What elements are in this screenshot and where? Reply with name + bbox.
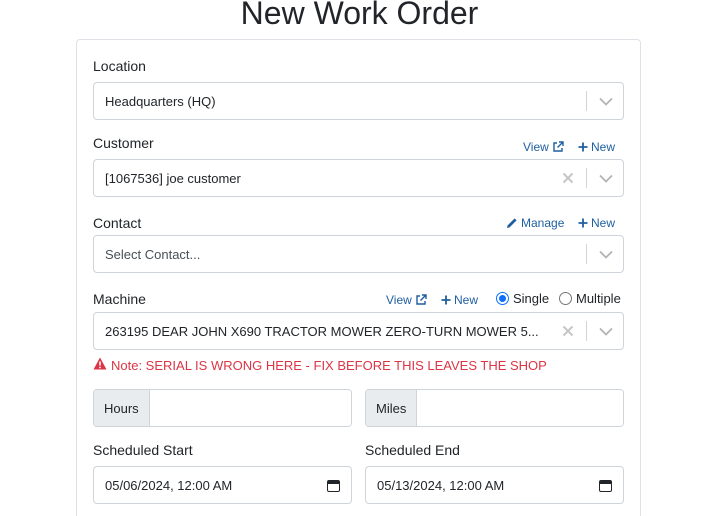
chevron-down-icon[interactable]: [595, 89, 617, 113]
scheduled-start-label: Scheduled Start: [93, 442, 193, 458]
plus-icon: [441, 295, 451, 305]
scheduled-start-input[interactable]: 05/06/2024, 12:00 AM: [93, 466, 352, 504]
contact-manage-label: Manage: [521, 216, 565, 230]
external-link-icon: [552, 141, 564, 153]
hours-addon: Hours: [94, 390, 150, 426]
customer-new-label: New: [591, 140, 616, 154]
miles-addon: Miles: [366, 390, 418, 426]
machine-new-label: New: [454, 293, 479, 307]
machine-mode-single[interactable]: Single: [496, 291, 549, 306]
pencil-icon: [506, 217, 518, 229]
calendar-icon[interactable]: [595, 475, 615, 495]
select-separator: [586, 168, 587, 188]
location-select[interactable]: Headquarters (HQ): [93, 82, 624, 120]
contact-select[interactable]: Select Contact...: [93, 235, 624, 273]
machine-value: 263195 DEAR JOHN X690 TRACTOR MOWER ZERO…: [105, 323, 539, 339]
contact-new-label: New: [591, 216, 616, 230]
machine-new-link[interactable]: New: [441, 293, 478, 307]
chevron-down-icon[interactable]: [595, 242, 617, 266]
select-separator: [586, 91, 587, 111]
contact-manage-link[interactable]: Manage: [506, 216, 564, 230]
contact-new-link[interactable]: New: [578, 216, 615, 230]
clear-icon[interactable]: [556, 319, 580, 343]
location-value: Headquarters (HQ): [105, 93, 216, 109]
plus-icon: [578, 218, 588, 228]
customer-label: Customer: [93, 135, 154, 151]
scheduled-end-input[interactable]: 05/13/2024, 12:00 AM: [365, 466, 624, 504]
single-radio[interactable]: [496, 292, 509, 305]
scheduled-end-value: 05/13/2024, 12:00 AM: [377, 477, 505, 493]
machine-note: Note: SERIAL IS WRONG HERE - FIX BEFORE …: [93, 357, 547, 373]
calendar-icon[interactable]: [323, 475, 343, 495]
select-separator: [586, 321, 587, 341]
customer-new-link[interactable]: New: [578, 140, 615, 154]
contact-label: Contact: [93, 215, 142, 231]
page-title: New Work Order: [240, 0, 479, 31]
customer-value: [1067536] joe customer: [105, 170, 241, 186]
scheduled-end-label: Scheduled End: [365, 442, 460, 458]
multiple-radio-label: Multiple: [576, 291, 621, 306]
clear-icon[interactable]: [556, 166, 580, 190]
machine-view-label: View: [386, 293, 412, 307]
miles-input[interactable]: [417, 390, 623, 426]
machine-select[interactable]: 263195 DEAR JOHN X690 TRACTOR MOWER ZERO…: [93, 312, 624, 350]
single-radio-label: Single: [513, 291, 550, 306]
contact-placeholder: Select Contact...: [105, 246, 201, 262]
location-label: Location: [93, 58, 146, 74]
machine-label: Machine: [93, 291, 146, 307]
select-separator: [586, 244, 587, 264]
machine-note-text: Note: SERIAL IS WRONG HERE - FIX BEFORE …: [111, 357, 547, 373]
scheduled-start-value: 05/06/2024, 12:00 AM: [105, 477, 233, 493]
chevron-down-icon[interactable]: [595, 166, 617, 190]
machine-mode-multiple[interactable]: Multiple: [559, 291, 621, 306]
warning-icon: [93, 357, 107, 373]
miles-input-group: Miles: [365, 389, 624, 427]
plus-icon: [578, 142, 588, 152]
hours-input-group: Hours: [93, 389, 352, 427]
chevron-down-icon[interactable]: [595, 319, 617, 343]
multiple-radio[interactable]: [559, 292, 572, 305]
machine-view-link[interactable]: View: [386, 293, 427, 307]
customer-view-link[interactable]: View: [523, 140, 564, 154]
hours-input[interactable]: [149, 390, 351, 426]
customer-select[interactable]: [1067536] joe customer: [93, 159, 624, 197]
customer-view-label: View: [523, 140, 549, 154]
external-link-icon: [415, 294, 427, 306]
